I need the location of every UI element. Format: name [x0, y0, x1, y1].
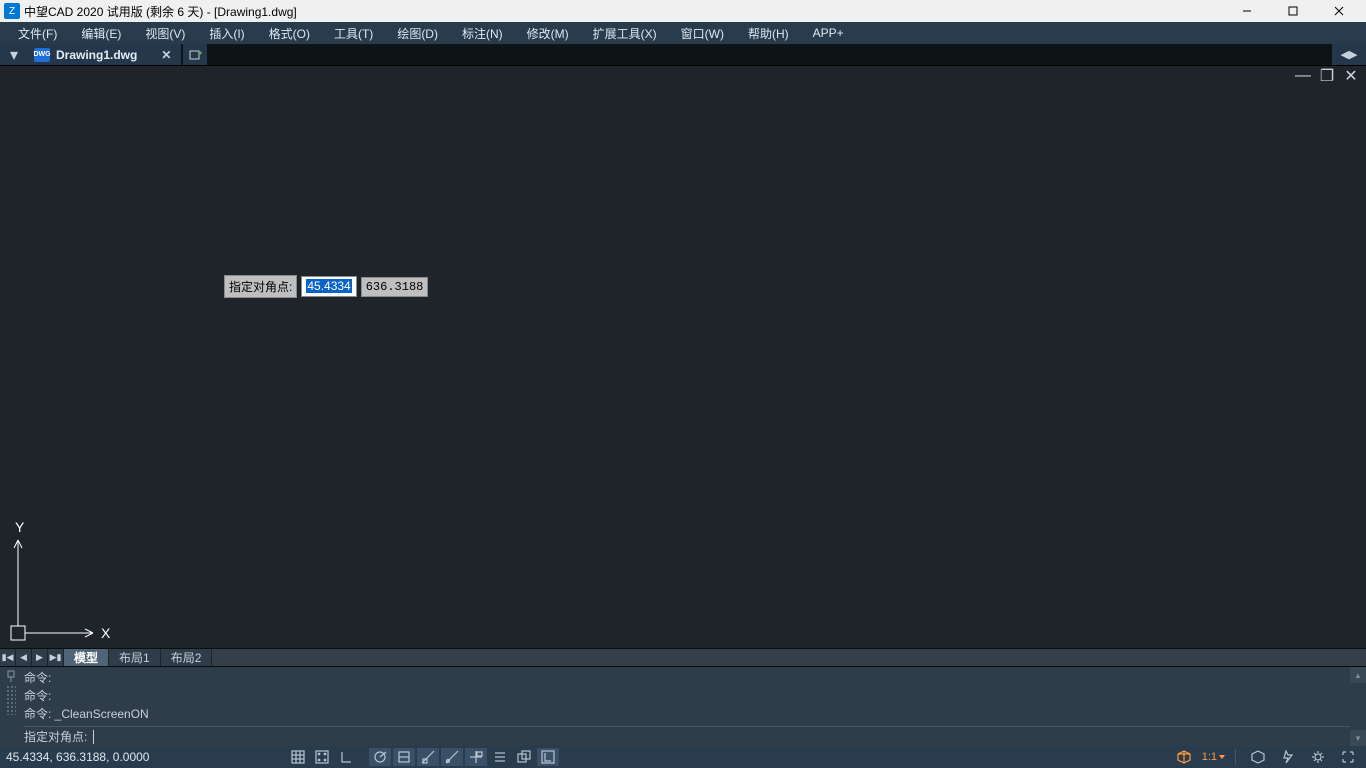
menu-view[interactable]: 视图(V): [135, 23, 195, 44]
menu-format[interactable]: 格式(O): [259, 23, 320, 44]
tab-nav-arrows[interactable]: ◀▶: [1332, 44, 1366, 65]
text-cursor: [93, 730, 94, 744]
layout-tabs-bar: ▮◀ ◀ ▶ ▶▮ 模型 布局1 布局2: [0, 648, 1366, 666]
snap-mode-button[interactable]: [311, 748, 333, 766]
command-panel-grip[interactable]: [0, 667, 22, 746]
drawing-canvas[interactable]: 指定对角点: 45.4334 636.3188 X Y: [0, 86, 1366, 648]
scroll-down-icon[interactable]: ▼: [1350, 730, 1366, 746]
polar-tracking-button[interactable]: [369, 748, 391, 766]
layout-nav-last[interactable]: ▶▮: [48, 649, 64, 667]
command-history-line: 命令:: [24, 669, 1350, 687]
window-close-button[interactable]: [1316, 0, 1362, 22]
dynamic-input-value-x[interactable]: 45.4334: [301, 276, 356, 297]
doc-tab-dropdown[interactable]: ▾: [0, 44, 28, 65]
object-snap-tracking-button[interactable]: [417, 748, 439, 766]
subwindow-restore[interactable]: ❐: [1320, 69, 1334, 83]
dynamic-input-tooltip: 指定对角点: 45.4334 636.3188: [224, 275, 428, 298]
object-snap-button[interactable]: [393, 748, 415, 766]
document-tab-active[interactable]: DWG Drawing1.dwg ✕: [28, 44, 181, 65]
hardware-accel-button[interactable]: [1277, 748, 1299, 766]
command-scrollbar[interactable]: ▲ ▼: [1350, 667, 1366, 746]
menu-file[interactable]: 文件(F): [8, 23, 67, 44]
menu-modify[interactable]: 修改(M): [517, 23, 579, 44]
settings-gear-button[interactable]: [1307, 748, 1329, 766]
layout-nav-first[interactable]: ▮◀: [0, 649, 16, 667]
pin-icon: [4, 669, 18, 683]
menu-bar: 文件(F) 编辑(E) 视图(V) 插入(I) 格式(O) 工具(T) 绘图(D…: [0, 22, 1366, 44]
command-line[interactable]: 指定对角点:: [24, 726, 1350, 746]
layout-tab-layout1[interactable]: 布局1: [109, 649, 161, 667]
workspace-button[interactable]: [1247, 748, 1269, 766]
lineweight-button[interactable]: [441, 748, 463, 766]
layout-nav-prev[interactable]: ◀: [16, 649, 32, 667]
menu-edit[interactable]: 编辑(E): [71, 23, 131, 44]
subwindow-controls: — ❐ ✕: [0, 66, 1366, 86]
menu-window[interactable]: 窗口(W): [671, 23, 734, 44]
dynamic-input-button[interactable]: [465, 748, 487, 766]
window-maximize-button[interactable]: [1270, 0, 1316, 22]
svg-text:X: X: [101, 625, 111, 641]
close-tab-icon[interactable]: ✕: [161, 48, 171, 62]
menu-insert[interactable]: 插入(I): [199, 23, 254, 44]
clean-screen-button[interactable]: [1337, 748, 1359, 766]
document-tab-label: Drawing1.dwg: [56, 48, 137, 62]
subwindow-minimize[interactable]: —: [1296, 69, 1310, 83]
command-panel: 命令: 命令: 命令: _CleanScreenON 命令: 指定对角点: ▲ …: [0, 666, 1366, 746]
ucs-icon: X Y: [7, 520, 117, 645]
layout-nav-next[interactable]: ▶: [32, 649, 48, 667]
layout-tab-filler: [212, 649, 1366, 667]
isometric-button[interactable]: [1173, 748, 1195, 766]
svg-text:Y: Y: [15, 520, 25, 535]
app-icon: Z: [4, 3, 20, 19]
command-history[interactable]: 命令: 命令: 命令: _CleanScreenON 命令:: [24, 669, 1350, 726]
menu-help[interactable]: 帮助(H): [738, 23, 799, 44]
window-minimize-button[interactable]: [1224, 0, 1270, 22]
dynamic-ucs-button[interactable]: [537, 748, 559, 766]
new-tab-button[interactable]: [183, 44, 207, 65]
annotation-scale[interactable]: 1:1: [1202, 751, 1225, 763]
status-coordinates[interactable]: 45.4334, 636.3188, 0.0000: [6, 750, 206, 764]
dynamic-input-label: 指定对角点:: [224, 275, 297, 298]
menu-draw[interactable]: 绘图(D): [387, 23, 448, 44]
scroll-up-icon[interactable]: ▲: [1350, 667, 1366, 683]
menu-tools[interactable]: 工具(T): [324, 23, 383, 44]
menu-dimension[interactable]: 标注(N): [452, 23, 513, 44]
menu-app-plus[interactable]: APP+: [803, 24, 854, 42]
ortho-mode-button[interactable]: [335, 748, 357, 766]
command-prompt: 指定对角点:: [24, 728, 91, 746]
document-tabs-bar: ▾ DWG Drawing1.dwg ✕ ◀▶: [0, 44, 1366, 66]
dynamic-input-value-y[interactable]: 636.3188: [361, 277, 429, 297]
status-bar: 45.4334, 636.3188, 0.0000 1:1: [0, 746, 1366, 768]
layout-tab-layout2[interactable]: 布局2: [161, 649, 213, 667]
properties-button[interactable]: [489, 748, 511, 766]
command-history-line: 命令: _CleanScreenON: [24, 705, 1350, 723]
subwindow-close[interactable]: ✕: [1344, 69, 1358, 83]
layout-tab-model[interactable]: 模型: [64, 649, 109, 667]
menu-express[interactable]: 扩展工具(X): [583, 23, 667, 44]
selection-cycling-button[interactable]: [513, 748, 535, 766]
grip-dots: [6, 685, 16, 715]
window-titlebar: Z 中望CAD 2020 试用版 (剩余 6 天) - [Drawing1.dw…: [0, 0, 1366, 22]
dwg-icon: DWG: [34, 48, 50, 62]
command-history-line: 命令:: [24, 687, 1350, 705]
window-title: 中望CAD 2020 试用版 (剩余 6 天) - [Drawing1.dwg]: [24, 3, 1224, 20]
grid-display-button[interactable]: [287, 748, 309, 766]
